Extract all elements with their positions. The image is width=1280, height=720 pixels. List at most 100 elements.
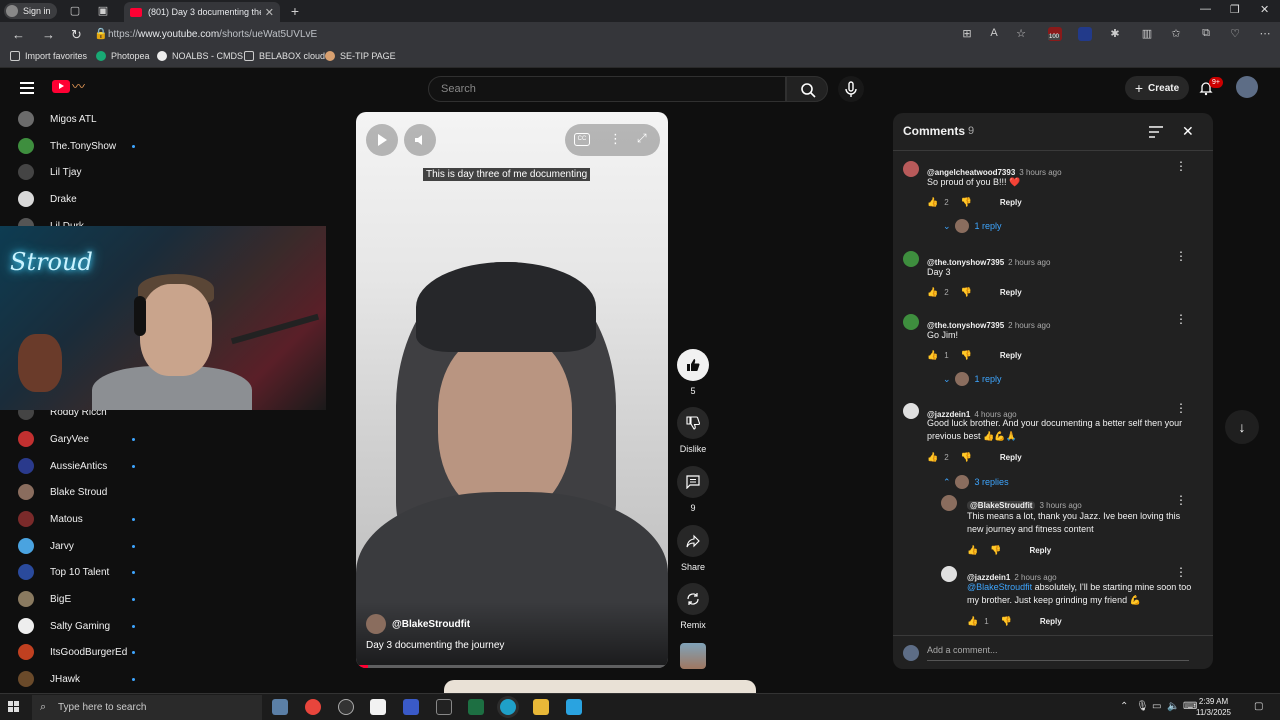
comment-menu-icon[interactable]: ⋮ <box>1175 159 1187 173</box>
sidebar-item-itsgoodburgered[interactable]: ItsGoodBurgerEd <box>18 641 148 663</box>
fullscreen-icon[interactable]: ⤢ <box>637 131 647 146</box>
edge-icon[interactable] <box>500 699 516 715</box>
sidebar-item-drake[interactable]: Drake <box>18 188 148 210</box>
n-app-icon[interactable] <box>403 699 419 715</box>
reply-avatar[interactable] <box>941 566 957 582</box>
app-available-icon[interactable]: ⊞ <box>960 27 974 41</box>
collections-icon[interactable]: ⧉ <box>1199 27 1213 41</box>
hide-replies-button[interactable]: ⌃ 3 replies <box>943 475 1009 489</box>
close-tab-icon[interactable]: ✕ <box>265 6 274 19</box>
start-button[interactable] <box>8 701 20 713</box>
channel-link[interactable]: @BlakeStroudfit <box>366 614 470 634</box>
speaker-icon[interactable]: 🔈 <box>1167 701 1179 712</box>
f-app-icon[interactable] <box>566 699 582 715</box>
sidebar-item-garyvee[interactable]: GaryVee <box>18 428 148 450</box>
reply-button[interactable]: Reply <box>1000 453 1022 462</box>
sidebar-item-salty-gaming[interactable]: Salty Gaming <box>18 615 148 637</box>
doodle-logo-icon[interactable]: 〰︎ <box>72 76 114 96</box>
lock-icon[interactable]: 🔒 <box>94 27 108 40</box>
sidebar-item-bige[interactable]: BigE <box>18 588 148 610</box>
thumbs-down-icon[interactable]: 👎 <box>961 452 972 463</box>
thumbs-up-icon[interactable]: 👍 <box>967 616 978 627</box>
add-comment-input[interactable]: Add a comment... <box>927 645 1189 661</box>
comment-avatar[interactable] <box>903 403 919 419</box>
back-icon[interactable]: ← <box>12 27 25 42</box>
search-input[interactable]: Search <box>428 76 786 102</box>
sidebar-item-matous[interactable]: Matous <box>18 508 148 530</box>
more-menu-icon[interactable]: ⋯ <box>1258 27 1272 41</box>
thumbs-up-icon[interactable]: 👍 <box>927 452 938 463</box>
split-screen-icon[interactable]: ▥ <box>1140 27 1154 41</box>
sidebar-item-the-tonyshow[interactable]: The.TonyShow <box>18 135 148 157</box>
tab-youtube[interactable]: (801) Day 3 documenting the jou ✕ <box>124 2 280 22</box>
taskbar-search-input[interactable]: ⌕ Type here to search <box>32 695 262 720</box>
read-aloud-icon[interactable]: A <box>987 27 1001 41</box>
search-button[interactable] <box>786 76 828 102</box>
menu-icon[interactable] <box>20 82 34 94</box>
sign-in-button[interactable]: Sign in <box>4 3 57 19</box>
volume-button[interactable] <box>404 124 436 156</box>
video-progress-bar[interactable] <box>356 665 668 668</box>
sidebar-item-lil-tjay[interactable]: Lil Tjay <box>18 161 148 183</box>
thumbs-up-icon[interactable]: 👍 <box>967 545 978 556</box>
obs-icon[interactable] <box>338 699 354 715</box>
tab-actions-icon[interactable]: ▣ <box>96 4 110 18</box>
comment-avatar[interactable] <box>903 161 919 177</box>
account-avatar[interactable] <box>1236 76 1258 98</box>
close-window-icon[interactable]: ✕ <box>1260 3 1269 16</box>
sidebar-item-jhawk[interactable]: JHawk <box>18 668 148 690</box>
forward-icon[interactable]: → <box>42 27 55 42</box>
thumbs-down-icon[interactable]: 👎 <box>961 287 972 298</box>
creator-chip[interactable]: @BlakeStroudfit <box>967 501 1036 510</box>
minimize-icon[interactable]: — <box>1200 3 1211 15</box>
comment-menu-icon[interactable]: ⋮ <box>1175 401 1187 415</box>
next-short-preview[interactable] <box>444 680 756 693</box>
remix-button[interactable]: Remix <box>676 583 710 630</box>
reply-button[interactable]: Reply <box>1000 351 1022 360</box>
next-video-button[interactable]: ↓ <box>1225 410 1259 444</box>
reply-menu-icon[interactable]: ⋮ <box>1175 493 1187 507</box>
notification-center-icon[interactable]: ▢ <box>1254 701 1263 712</box>
sort-button[interactable] <box>1149 125 1163 143</box>
reply-button[interactable]: Reply <box>1000 288 1022 297</box>
workspaces-icon[interactable]: ▢ <box>68 4 82 18</box>
shorts-player[interactable]: CC ⋮ ⤢ This is day three of me documenti… <box>356 112 668 668</box>
bookmark-import-favorites[interactable]: Import favorites <box>10 51 87 61</box>
bookmark-noalbs[interactable]: NOALBS - CMDS <box>157 51 243 61</box>
tray-overflow-icon[interactable]: ⌃ <box>1120 701 1128 712</box>
reply-avatar[interactable] <box>941 495 957 511</box>
like-button[interactable]: 5 <box>676 349 710 396</box>
sidebar-item-jarvy[interactable]: Jarvy <box>18 535 148 557</box>
sidebar-item-blake-stroud[interactable]: Blake Stroud <box>18 481 148 503</box>
system-clock[interactable]: 2:39 AM 11/3/2025 <box>1196 696 1231 718</box>
thumbs-down-icon[interactable]: 👎 <box>990 545 1001 556</box>
more-options-icon[interactable]: ⋮ <box>609 131 622 147</box>
mic-tray-icon[interactable]: 🎙 <box>1136 701 1149 712</box>
play-button[interactable] <box>366 124 398 156</box>
thumbs-up-icon[interactable]: 👍 <box>927 287 938 298</box>
reply-menu-icon[interactable]: ⋮ <box>1175 565 1187 579</box>
network-icon[interactable]: ▭ <box>1152 701 1161 712</box>
file-explorer-icon[interactable] <box>533 699 549 715</box>
close-comments-icon[interactable]: ✕ <box>1182 123 1194 140</box>
new-tab-icon[interactable]: + <box>288 4 302 18</box>
browser-essentials-icon[interactable]: ♡ <box>1228 27 1242 41</box>
comment-menu-icon[interactable]: ⋮ <box>1175 249 1187 263</box>
bookmark-photopea[interactable]: Photopea <box>96 51 150 61</box>
restore-icon[interactable]: ❐ <box>1230 3 1240 16</box>
create-button[interactable]: + Create <box>1125 76 1189 100</box>
favorites-icon[interactable]: ✩ <box>1169 27 1183 41</box>
audio-source-thumbnail[interactable] <box>680 643 706 669</box>
extensions-puzzle-icon[interactable]: ✱ <box>1108 27 1122 41</box>
captions-icon[interactable]: CC <box>574 133 590 146</box>
moon-extension-icon[interactable] <box>1078 27 1092 41</box>
reply-button[interactable]: Reply <box>1040 617 1062 626</box>
reply-button[interactable]: Reply <box>1000 198 1022 207</box>
share-button[interactable]: Share <box>676 525 710 572</box>
comment-menu-icon[interactable]: ⋮ <box>1175 312 1187 326</box>
view-replies-button[interactable]: ⌄ 1 reply <box>943 372 1002 386</box>
reply-button[interactable]: Reply <box>1029 546 1051 555</box>
favorite-star-icon[interactable]: ☆ <box>1014 27 1028 41</box>
store-icon[interactable] <box>370 699 386 715</box>
thumbs-down-icon[interactable]: 👎 <box>961 197 972 208</box>
